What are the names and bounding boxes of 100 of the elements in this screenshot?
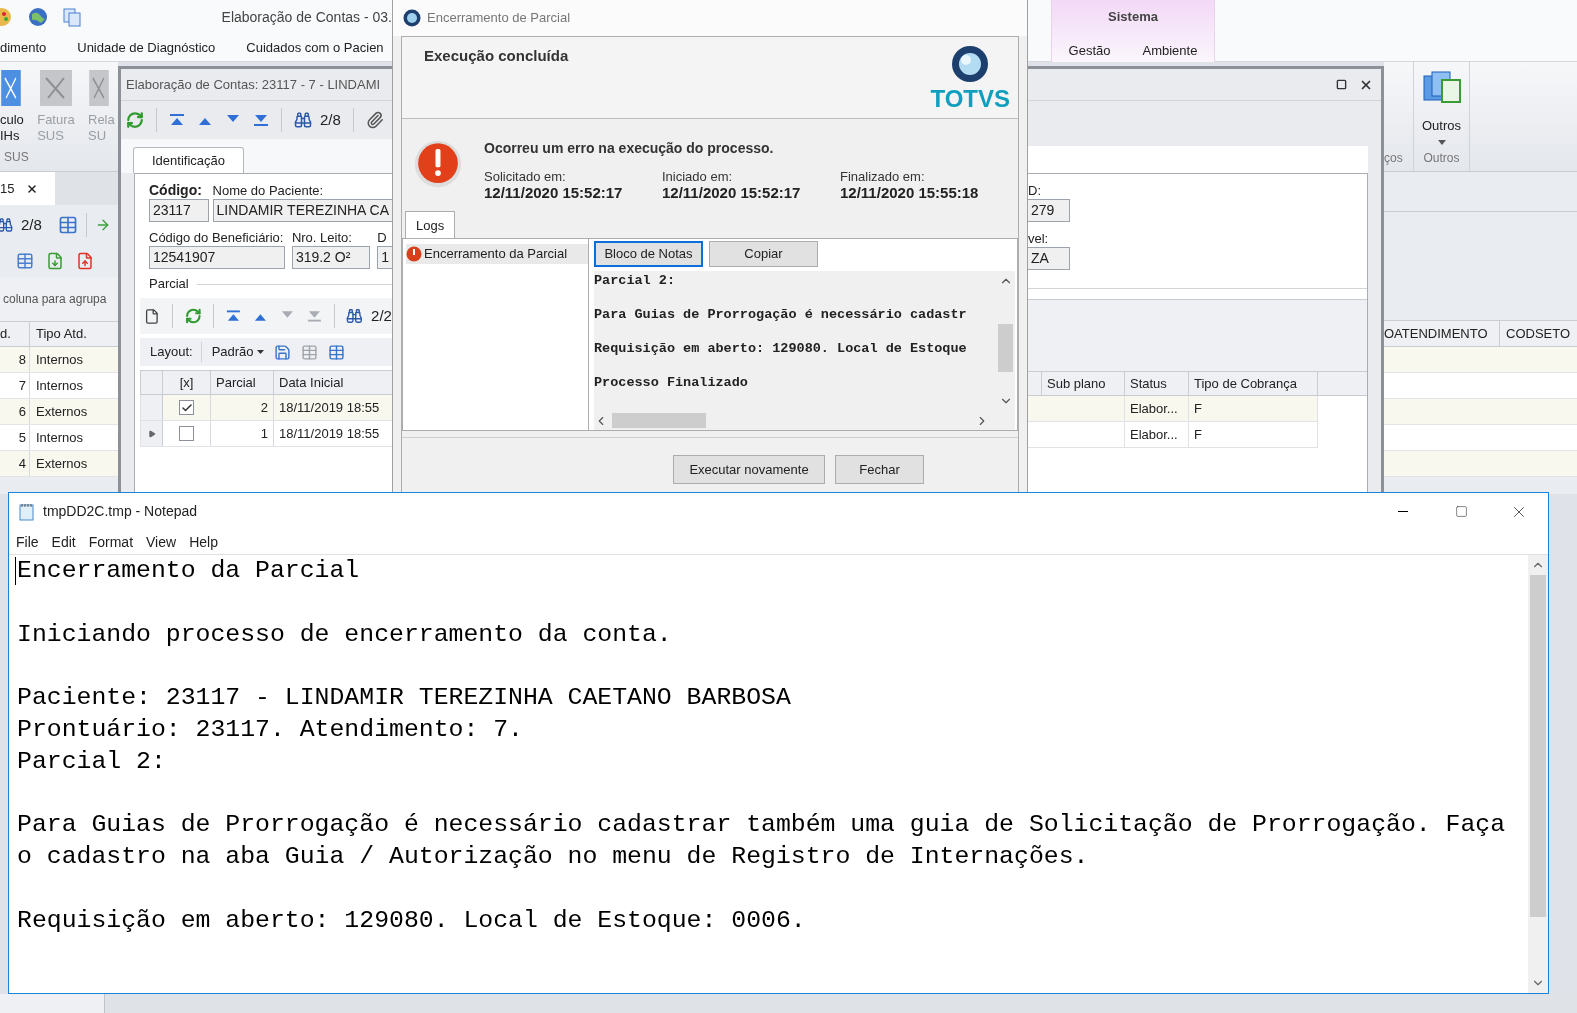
table-cell-text: 18/11/2019 18:55: [278, 425, 381, 443]
time-label: Iniciado em:: [662, 169, 734, 184]
menu-item[interactable]: Edit: [51, 531, 76, 553]
text-line: Iniciando processo de encerramento da conta.: [17, 618, 672, 650]
group-by-hint: coluna para agrupa: [2, 291, 107, 308]
table-icon[interactable]: [327, 343, 345, 361]
table-cell-text: Internos: [35, 377, 84, 395]
log-list-item[interactable]: Encerramento da Parcial: [406, 244, 588, 264]
menu-item[interactable]: Help: [189, 531, 218, 553]
palette-icon[interactable]: [0, 8, 14, 27]
table-icon[interactable]: [16, 252, 34, 270]
layout-dropdown[interactable]: Padrão: [211, 342, 264, 362]
context-group-title: Sistema: [1108, 8, 1158, 26]
notepad-icon: [19, 502, 35, 521]
column-header[interactable]: Status: [1125, 372, 1189, 395]
table-cell: 4: [0, 451, 30, 476]
table-cell: 5: [0, 425, 30, 450]
text-field[interactable]: 1: [377, 246, 392, 269]
code-field[interactable]: 23117: [149, 199, 209, 222]
group-title: Parcial: [149, 275, 189, 294]
import-icon[interactable]: [76, 252, 94, 270]
text-field[interactable]: 319.2 O²: [291, 246, 370, 269]
row-indicator[interactable]: [141, 421, 163, 446]
log-button[interactable]: Copiar: [709, 241, 818, 267]
column-header[interactable]: Tipo Atd.: [30, 322, 118, 346]
log-button[interactable]: Bloco de Notas: [594, 241, 703, 267]
patient-name-field[interactable]: LINDAMIR TEREZINHA CA: [212, 199, 392, 222]
search-icon[interactable]: [346, 307, 364, 325]
time-value: 12/11/2020 15:52:17: [484, 184, 624, 201]
text-field[interactable]: 12541907: [149, 246, 285, 269]
checkbox[interactable]: [179, 426, 194, 441]
text-line: Prontuário: 23117. Atendimento: 7.: [17, 714, 523, 745]
column-header[interactable]: CODSETO: [1500, 321, 1577, 346]
table-icon[interactable]: [300, 343, 318, 361]
search-icon[interactable]: [294, 111, 312, 129]
copy-icon[interactable]: [62, 7, 82, 28]
refresh-icon[interactable]: [184, 307, 202, 325]
maximize-icon: [1454, 505, 1468, 518]
search-icon[interactable]: [0, 217, 13, 233]
menu-item[interactable]: File: [16, 531, 39, 553]
layout-label: Layout:: [150, 342, 202, 362]
time-value: 12/11/2020 15:52:17: [662, 184, 802, 201]
column-header[interactable]: [x]: [163, 371, 211, 394]
text-line: Requisição em aberto: 129080. Local de Estoque: 0006.: [17, 904, 806, 936]
last-icon[interactable]: [306, 309, 322, 323]
windows-icon: [1421, 68, 1462, 106]
column-header[interactable]: d.: [0, 322, 30, 346]
error-message: Ocorreu um erro na execução do processo.: [484, 139, 775, 158]
field-label: Nro. Leito:: [291, 230, 352, 246]
table-cell-text: Internos: [35, 351, 84, 369]
last-icon[interactable]: [253, 113, 269, 127]
ribbon-group-label: ços: [1384, 150, 1403, 167]
close-icon[interactable]: [26, 182, 39, 195]
dialog-title: Encerramento de Parcial: [427, 9, 571, 28]
column-header[interactable]: Tipo de Cobrança: [1189, 372, 1318, 395]
column-header[interactable]: Sub plano: [1042, 372, 1125, 395]
globe-icon[interactable]: [28, 7, 48, 28]
menu-item[interactable]: View: [146, 531, 177, 553]
ribbon-button[interactable]: culo IHs: [0, 68, 24, 144]
new-file-icon[interactable]: [144, 307, 160, 325]
app-title: Elaboração de Contas - 03.: [221, 7, 392, 27]
column-header[interactable]: Data Inicial: [274, 371, 392, 394]
document-tab[interactable]: 15: [0, 172, 55, 205]
table-cell: 6: [0, 399, 30, 424]
first-icon[interactable]: [169, 113, 185, 127]
ribbon-tab[interactable]: Cuidados com o Pacien: [246, 37, 384, 58]
time-value: 12/11/2020 15:55:18: [840, 184, 980, 201]
ribbon-tab[interactable]: Gestão: [1068, 40, 1111, 60]
ribbon-button[interactable]: Outros: [1421, 68, 1462, 145]
save-layout-icon[interactable]: [273, 343, 291, 361]
ribbon-tab[interactable]: dimento: [0, 37, 47, 58]
text-line: Para Guias de Prorrogação é necessário cadastrar também uma guia de Solicitação de Prorrogação. Faça: [17, 809, 1506, 841]
dialog-heading: Execução concluída: [424, 46, 569, 66]
ribbon-tab[interactable]: Ambiente: [1142, 40, 1198, 60]
dialog-button[interactable]: Executar novamente: [673, 455, 825, 484]
table-cell: 2: [211, 395, 274, 420]
field-label: vel:: [1028, 230, 1050, 247]
refresh-icon[interactable]: [126, 111, 144, 129]
text-field[interactable]: 279: [1028, 199, 1070, 222]
text-field[interactable]: ZA: [1028, 247, 1070, 270]
table-cell: F: [1189, 422, 1318, 448]
table-cell: Elabor...: [1125, 422, 1189, 448]
column-header[interactable]: Parcial: [211, 371, 274, 394]
export-icon[interactable]: [46, 252, 64, 270]
vertical-scrollbar[interactable]: [1528, 555, 1548, 993]
dialog-button[interactable]: Fechar: [835, 455, 924, 484]
paperclip-icon[interactable]: [365, 111, 384, 129]
form-tab[interactable]: Identificação: [133, 147, 244, 173]
first-icon[interactable]: [226, 309, 242, 323]
menu-item[interactable]: Format: [88, 531, 134, 553]
table-cell: Elabor...: [1125, 396, 1189, 422]
text-line: Encerramento da Parcial: [17, 555, 360, 586]
ribbon-tab[interactable]: Unidade de Diagnóstico: [77, 37, 216, 58]
tab[interactable]: Logs: [405, 211, 456, 238]
checkbox[interactable]: [179, 400, 194, 415]
error-icon: [406, 245, 422, 262]
maximize-icon[interactable]: [1336, 79, 1347, 90]
grid-icon[interactable]: [57, 215, 78, 235]
table-cell-text: Externos: [35, 455, 89, 473]
logo-icon: [951, 45, 990, 83]
